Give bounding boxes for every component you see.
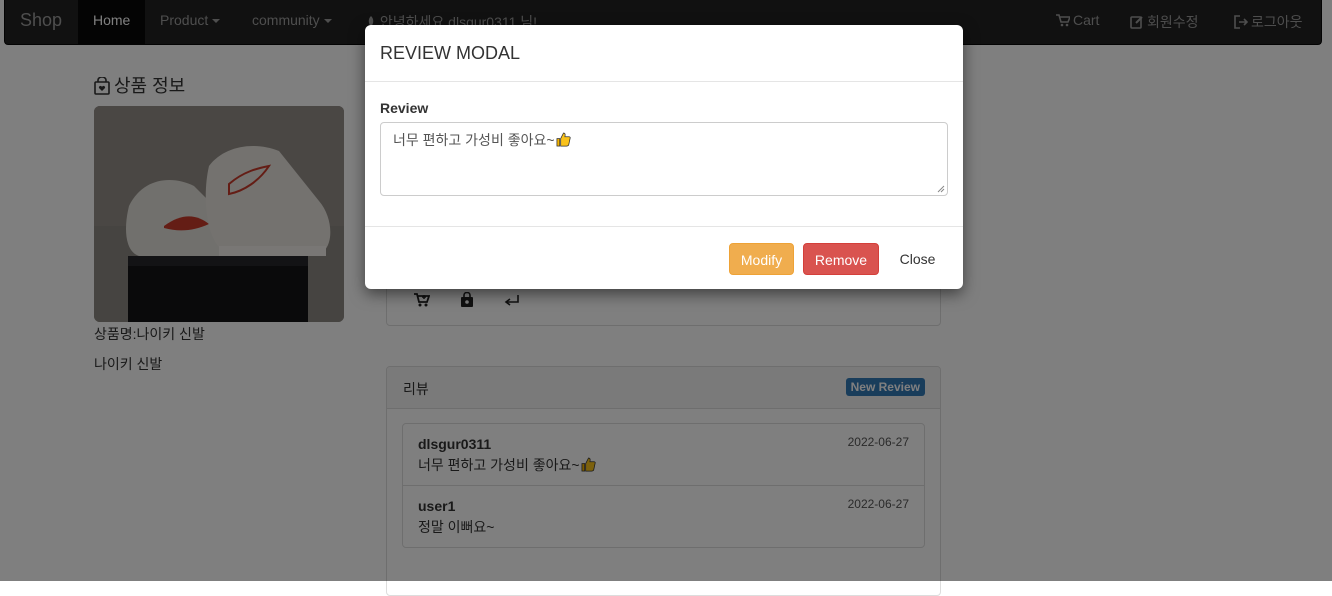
remove-button[interactable]: Remove (803, 243, 879, 275)
close-button[interactable]: Close (889, 243, 946, 275)
review-textarea-value: 너무 편하고 가성비 좋아요~ (393, 132, 555, 148)
thumbs-up-icon (556, 132, 571, 147)
review-modal: REVIEW MODAL Review 너무 편하고 가성비 좋아요~ Modi… (365, 25, 963, 289)
resize-handle-icon[interactable] (937, 185, 945, 193)
modal-footer: Modify Remove Close (365, 226, 963, 290)
review-field-label: Review (380, 100, 429, 116)
modal-header: REVIEW MODAL (365, 25, 963, 82)
modal-title: REVIEW MODAL (380, 43, 521, 63)
review-textarea[interactable]: 너무 편하고 가성비 좋아요~ (380, 122, 948, 196)
modify-button[interactable]: Modify (729, 243, 794, 275)
